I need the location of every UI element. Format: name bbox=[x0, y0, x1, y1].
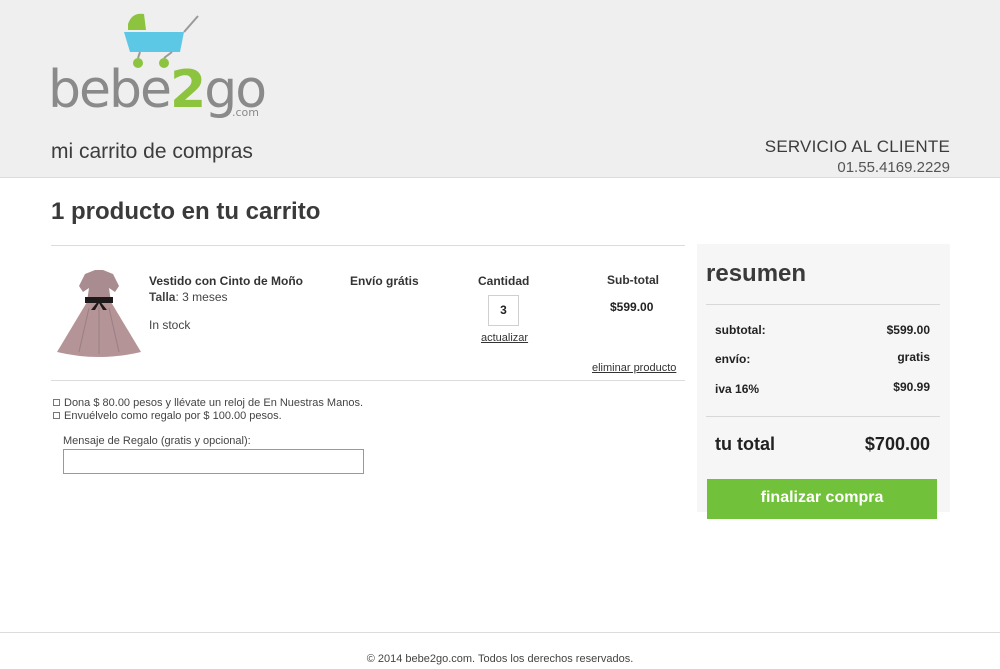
product-image[interactable] bbox=[49, 268, 149, 360]
item-subtotal: $599.00 bbox=[610, 300, 654, 314]
footer-copyright: © 2014 bebe2go.com. Todos los derechos r… bbox=[366, 653, 634, 665]
product-size-label: Talla bbox=[149, 290, 176, 304]
remove-product-link[interactable]: eliminar producto bbox=[592, 362, 676, 374]
order-summary: resumen subtotal: $599.00 envío: gratis iv… bbox=[697, 244, 950, 519]
customer-service: SERVICIO AL CLIENTE 01.55.4169.2229 bbox=[765, 137, 950, 176]
gift-wrap-option[interactable]: Envuélvelo como regalo por $ 100.00 peso… bbox=[53, 409, 363, 422]
gift-wrap-checkbox[interactable] bbox=[53, 412, 60, 419]
page-heading: mi carrito de compras bbox=[51, 140, 253, 163]
checkout-button[interactable]: finalizar compra bbox=[707, 479, 937, 519]
header: bebe2go .com mi carrito de compras SERVI… bbox=[0, 0, 1000, 178]
cart-item-row: Vestido con Cinto de Moño Talla: 3 meses… bbox=[51, 245, 685, 381]
donation-option-label: Dona $ 80.00 pesos y llévate un reloj de… bbox=[64, 396, 364, 409]
donation-checkbox[interactable] bbox=[53, 399, 60, 406]
quantity-input[interactable]: 3 bbox=[488, 295, 519, 326]
summary-shipping-value: gratis bbox=[897, 350, 930, 364]
summary-divider bbox=[706, 304, 940, 305]
summary-total-row: tu total $700.00 bbox=[715, 434, 930, 455]
site-logo[interactable]: bebe2go .com bbox=[48, 12, 268, 120]
footer-divider bbox=[0, 632, 1000, 633]
product-size-value: : 3 meses bbox=[175, 290, 228, 304]
gift-wrap-option-label: Envuélvelo como regalo por $ 100.00 peso… bbox=[64, 409, 282, 422]
summary-total-label: tu total bbox=[715, 434, 775, 454]
customer-service-phone: 01.55.4169.2229 bbox=[837, 159, 950, 176]
donation-option[interactable]: Dona $ 80.00 pesos y llévate un reloj de… bbox=[53, 396, 363, 409]
summary-tax-row: iva 16% $90.99 bbox=[715, 380, 930, 396]
product-shipping: Envío grátis bbox=[350, 274, 419, 288]
summary-tax-value: $90.99 bbox=[893, 380, 930, 394]
summary-subtotal-row: subtotal: $599.00 bbox=[715, 323, 930, 337]
gift-message-label: Mensaje de Regalo (gratis y opcional): bbox=[63, 435, 251, 447]
summary-shipping-label: envío: bbox=[715, 352, 751, 366]
product-stock-status: In stock bbox=[149, 318, 191, 332]
customer-service-title: SERVICIO AL CLIENTE bbox=[764, 137, 950, 156]
gift-message-input[interactable] bbox=[63, 449, 364, 474]
summary-title: resumen bbox=[706, 260, 807, 287]
page: bebe2go .com mi carrito de compras SERVI… bbox=[0, 0, 1000, 669]
update-quantity-link[interactable]: actualizar bbox=[481, 332, 528, 344]
cart-options: Dona $ 80.00 pesos y llévate un reloj de… bbox=[53, 396, 363, 422]
cart-count-heading: 1 producto en tu carrito bbox=[51, 198, 321, 225]
summary-divider bbox=[706, 416, 940, 417]
summary-total-value: $700.00 bbox=[864, 434, 930, 454]
logo-domain: .com bbox=[232, 106, 259, 119]
subtotal-label: Sub-total bbox=[607, 273, 659, 287]
summary-tax-label: iva 16% bbox=[715, 382, 760, 396]
product-size: Talla: 3 meses bbox=[149, 290, 228, 304]
summary-subtotal-label: subtotal: bbox=[715, 323, 766, 337]
summary-shipping-row: envío: gratis bbox=[715, 350, 930, 366]
product-name[interactable]: Vestido con Cinto de Moño bbox=[149, 274, 303, 288]
summary-subtotal-value: $599.00 bbox=[886, 323, 930, 337]
quantity-label: Cantidad bbox=[478, 274, 530, 288]
